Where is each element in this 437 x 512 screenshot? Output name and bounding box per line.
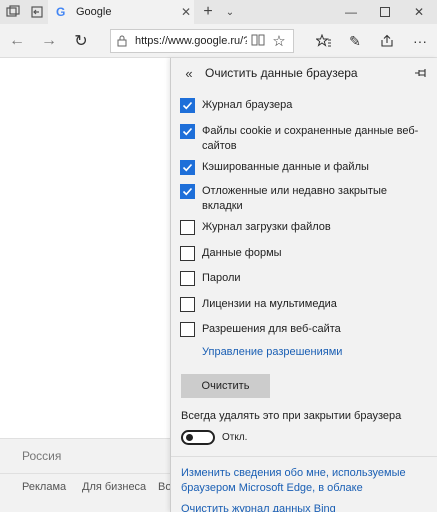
set-tabs-aside-icon[interactable] bbox=[26, 0, 48, 24]
url-text[interactable]: https://www.google.ru/? bbox=[135, 35, 247, 47]
maximize-icon[interactable] bbox=[370, 0, 400, 24]
checkbox-label: Пароли bbox=[202, 272, 241, 284]
page-footer: Россия Реклама Для бизнеса Во bbox=[0, 438, 171, 512]
minimize-icon[interactable]: — bbox=[336, 0, 366, 24]
panel-divider bbox=[171, 456, 437, 457]
checkbox-row[interactable]: Журнал браузера bbox=[180, 98, 430, 113]
chevron-down-icon[interactable]: ⌄ bbox=[222, 0, 238, 24]
checkbox-label: Лицензии на мультимедиа bbox=[202, 298, 337, 310]
favorite-star-icon[interactable]: ☆ bbox=[268, 29, 290, 53]
new-tab-icon[interactable]: + bbox=[200, 0, 216, 24]
toggle-state-text: Откл. bbox=[222, 432, 248, 443]
footer-country: Россия bbox=[22, 449, 62, 463]
panel-header: « Очистить данные браузера bbox=[171, 58, 437, 90]
panel-title: Очистить данные браузера bbox=[205, 66, 358, 80]
footer-divider bbox=[0, 473, 170, 474]
lock-icon bbox=[117, 35, 129, 47]
checkbox-checked[interactable] bbox=[180, 124, 195, 139]
footer-link-business[interactable]: Для бизнеса bbox=[82, 481, 146, 493]
checkbox-unchecked[interactable] bbox=[180, 271, 195, 286]
checkbox-row[interactable]: Журнал загрузки файлов bbox=[180, 220, 430, 235]
checkbox-row[interactable]: Разрешения для веб-сайта bbox=[180, 322, 430, 337]
google-logo-icon: G bbox=[56, 5, 66, 19]
checkmark-icon bbox=[182, 127, 193, 136]
always-clear-toggle[interactable] bbox=[181, 430, 215, 445]
checkbox-checked[interactable] bbox=[180, 184, 195, 199]
checkbox-label: Журнал загрузки файлов bbox=[202, 221, 331, 233]
share-icon[interactable] bbox=[376, 30, 398, 52]
checkbox-row[interactable]: Файлы cookie и сохраненные данные веб-са… bbox=[180, 124, 430, 154]
checkbox-checked[interactable] bbox=[180, 160, 195, 175]
always-clear-label: Всегда удалять это при закрытии браузера bbox=[181, 410, 402, 422]
checkmark-icon bbox=[182, 163, 193, 172]
checkbox-unchecked[interactable] bbox=[180, 220, 195, 235]
checkmark-icon bbox=[182, 187, 193, 196]
back-icon[interactable]: ← bbox=[6, 30, 28, 52]
checkbox-unchecked[interactable] bbox=[180, 297, 195, 312]
favorites-hub-icon[interactable] bbox=[313, 30, 335, 52]
more-menu-icon[interactable]: ··· bbox=[409, 30, 431, 52]
manage-permissions-link[interactable]: Управление разрешениями bbox=[202, 346, 342, 358]
back-chevron-icon[interactable]: « bbox=[181, 64, 197, 82]
clear-bing-history-link[interactable]: Очистить журнал данных Bing bbox=[181, 502, 431, 512]
reading-view-icon[interactable] bbox=[251, 34, 265, 49]
forward-icon[interactable]: → bbox=[38, 30, 60, 52]
toolbar: ← → ↻ https://www.google.ru/? ☆ ✎ ··· bbox=[0, 24, 437, 58]
checkbox-row[interactable]: Отложенные или недавно закрытые вкладки bbox=[180, 184, 430, 214]
toggle-knob bbox=[186, 434, 193, 441]
clear-browsing-data-panel: « Очистить данные браузера Журнал браузе… bbox=[170, 58, 437, 512]
checkbox-label: Разрешения для веб-сайта bbox=[202, 323, 341, 335]
refresh-icon[interactable]: ↻ bbox=[70, 30, 92, 52]
checkbox-row[interactable]: Лицензии на мультимедиа bbox=[180, 297, 430, 312]
close-tab-icon[interactable]: ✕ bbox=[178, 5, 194, 19]
checkbox-row[interactable]: Данные формы bbox=[180, 246, 430, 261]
checkbox-label: Данные формы bbox=[202, 247, 282, 259]
checkbox-checked[interactable] bbox=[180, 98, 195, 113]
tab-title: Google bbox=[76, 6, 112, 18]
clear-button[interactable]: Очистить bbox=[181, 374, 270, 398]
checkbox-row[interactable]: Кэшированные данные и файлы bbox=[180, 160, 430, 175]
pin-panel-icon[interactable] bbox=[413, 64, 429, 82]
checkbox-label: Отложенные или недавно закрытые вкладки bbox=[202, 185, 387, 212]
window-close-icon[interactable]: ✕ bbox=[404, 0, 434, 24]
checkbox-label: Журнал браузера bbox=[202, 99, 293, 111]
address-bar[interactable]: https://www.google.ru/? bbox=[110, 29, 294, 53]
tab-strip: G Google ✕ + ⌄ — ✕ bbox=[0, 0, 437, 24]
checkbox-row[interactable]: Пароли bbox=[180, 271, 430, 286]
tab-preview-icon[interactable] bbox=[2, 0, 24, 24]
checkmark-icon bbox=[182, 101, 193, 110]
change-info-link[interactable]: Изменить сведения обо мне, используемые … bbox=[181, 466, 431, 496]
checkbox-unchecked[interactable] bbox=[180, 246, 195, 261]
checkbox-unchecked[interactable] bbox=[180, 322, 195, 337]
footer-link-ads[interactable]: Реклама bbox=[22, 481, 66, 493]
checkbox-label: Кэшированные данные и файлы bbox=[202, 161, 369, 173]
tab-google[interactable]: G Google ✕ bbox=[48, 0, 194, 24]
web-note-pen-icon[interactable]: ✎ bbox=[344, 30, 366, 52]
checkbox-label: Файлы cookie и сохраненные данные веб-са… bbox=[202, 125, 419, 152]
